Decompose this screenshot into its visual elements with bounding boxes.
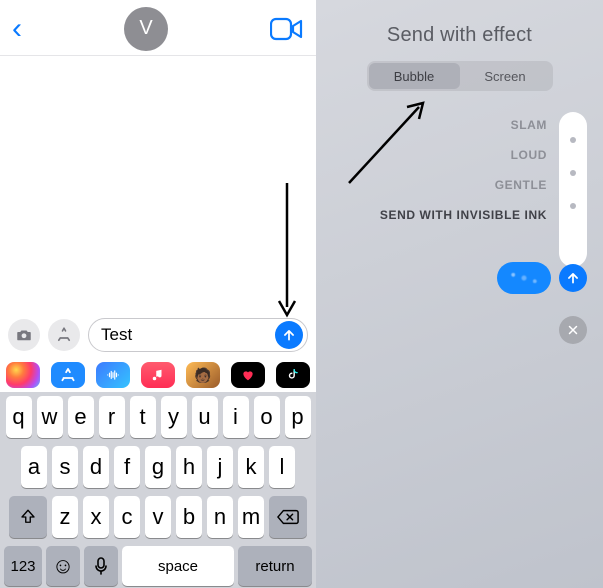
effect-option-gentle[interactable]: GENTLE bbox=[495, 178, 585, 192]
key-g[interactable]: g bbox=[145, 446, 171, 488]
tiktok-icon bbox=[286, 367, 300, 383]
key-w[interactable]: w bbox=[37, 396, 63, 438]
effect-options: SLAM LOUD GENTLE SEND WITH INVISIBLE INK bbox=[380, 118, 585, 222]
effect-option-invisible-ink[interactable]: SEND WITH INVISIBLE INK bbox=[380, 208, 585, 222]
arrow-up-icon bbox=[566, 271, 580, 285]
backspace-icon bbox=[277, 509, 299, 525]
keyboard-row-3: z x c v b n m bbox=[4, 496, 312, 538]
key-emoji[interactable]: ☺ bbox=[46, 546, 80, 586]
effect-mode-segmented-control[interactable]: Bubble Screen bbox=[367, 61, 553, 91]
close-icon bbox=[567, 324, 579, 336]
photos-app-icon[interactable] bbox=[6, 362, 40, 388]
memoji-app-icon[interactable]: 🧑🏾 bbox=[186, 362, 220, 388]
facetime-button[interactable] bbox=[270, 16, 304, 42]
key-r[interactable]: r bbox=[99, 396, 125, 438]
key-shift[interactable] bbox=[9, 496, 47, 538]
shift-icon bbox=[19, 508, 37, 526]
effect-option-loud[interactable]: LOUD bbox=[511, 148, 585, 162]
key-y[interactable]: y bbox=[161, 396, 187, 438]
key-j[interactable]: j bbox=[207, 446, 233, 488]
key-p[interactable]: p bbox=[285, 396, 311, 438]
keyboard-row-1: q w e r t y u i o p bbox=[4, 396, 312, 438]
appstore-small-icon bbox=[55, 326, 73, 344]
key-a[interactable]: a bbox=[21, 446, 47, 488]
message-input[interactable]: Test bbox=[88, 318, 308, 352]
key-c[interactable]: c bbox=[114, 496, 140, 538]
keyboard-row-4: 123 ☺ space return bbox=[4, 546, 312, 586]
microphone-icon bbox=[95, 557, 107, 575]
heart-icon bbox=[240, 367, 256, 383]
keyboard-row-2: a s d f g h j k l bbox=[4, 446, 312, 488]
effect-label: GENTLE bbox=[495, 178, 547, 192]
video-camera-icon bbox=[270, 16, 304, 42]
conversation-header: ‹ V bbox=[0, 0, 316, 56]
back-button[interactable]: ‹ bbox=[12, 12, 22, 46]
key-f[interactable]: f bbox=[114, 446, 140, 488]
segment-bubble[interactable]: Bubble bbox=[369, 63, 460, 89]
key-b[interactable]: b bbox=[176, 496, 202, 538]
appstore-icon bbox=[59, 366, 77, 384]
segment-screen[interactable]: Screen bbox=[460, 63, 551, 89]
key-i[interactable]: i bbox=[223, 396, 249, 438]
app-drawer-button[interactable] bbox=[48, 319, 80, 351]
close-effects-button[interactable] bbox=[559, 316, 587, 344]
send-with-effect-button[interactable] bbox=[559, 264, 587, 292]
ios-keyboard: q w e r t y u i o p a s d f g h j k l z … bbox=[0, 392, 316, 588]
message-input-text: Test bbox=[101, 325, 275, 345]
message-thread[interactable] bbox=[0, 56, 316, 314]
key-n[interactable]: n bbox=[207, 496, 233, 538]
key-d[interactable]: d bbox=[83, 446, 109, 488]
key-numbers[interactable]: 123 bbox=[4, 546, 42, 586]
appstore-app-icon[interactable] bbox=[51, 362, 85, 388]
audio-wave-icon bbox=[103, 368, 123, 382]
arrow-up-icon bbox=[282, 328, 296, 342]
music-note-icon bbox=[151, 368, 165, 382]
key-e[interactable]: e bbox=[68, 396, 94, 438]
contact-avatar[interactable]: V bbox=[124, 7, 168, 51]
key-m[interactable]: m bbox=[238, 496, 264, 538]
audio-message-app-icon[interactable] bbox=[96, 362, 130, 388]
invisible-ink-preview-bubble bbox=[497, 262, 551, 294]
key-q[interactable]: q bbox=[6, 396, 32, 438]
effect-option-slam[interactable]: SLAM bbox=[511, 118, 585, 132]
digital-touch-app-icon[interactable] bbox=[231, 362, 265, 388]
key-l[interactable]: l bbox=[269, 446, 295, 488]
avatar-initial: V bbox=[139, 17, 152, 40]
camera-button[interactable] bbox=[8, 319, 40, 351]
key-space[interactable]: space bbox=[122, 546, 234, 586]
effect-label: SEND WITH INVISIBLE INK bbox=[380, 208, 547, 222]
effect-label: SLAM bbox=[511, 118, 547, 132]
send-with-effect-screen: Send with effect Bubble Screen SLAM LOUD… bbox=[316, 0, 603, 588]
key-k[interactable]: k bbox=[238, 446, 264, 488]
music-app-icon[interactable] bbox=[141, 362, 175, 388]
imessage-app-tray: 🧑🏾 bbox=[0, 358, 316, 392]
tiktok-app-icon[interactable] bbox=[276, 362, 310, 388]
key-z[interactable]: z bbox=[52, 496, 78, 538]
send-button[interactable] bbox=[275, 321, 303, 349]
camera-icon bbox=[15, 326, 33, 344]
key-h[interactable]: h bbox=[176, 446, 202, 488]
key-t[interactable]: t bbox=[130, 396, 156, 438]
key-v[interactable]: v bbox=[145, 496, 171, 538]
effects-title: Send with effect bbox=[316, 0, 603, 61]
key-delete[interactable] bbox=[269, 496, 307, 538]
message-composer: Test bbox=[0, 314, 316, 358]
key-dictation[interactable] bbox=[84, 546, 118, 586]
key-u[interactable]: u bbox=[192, 396, 218, 438]
effect-label: LOUD bbox=[511, 148, 547, 162]
key-o[interactable]: o bbox=[254, 396, 280, 438]
imessage-compose-screen: ‹ V Test 🧑🏾 q w bbox=[0, 0, 316, 588]
key-return[interactable]: return bbox=[238, 546, 312, 586]
key-s[interactable]: s bbox=[52, 446, 78, 488]
key-x[interactable]: x bbox=[83, 496, 109, 538]
